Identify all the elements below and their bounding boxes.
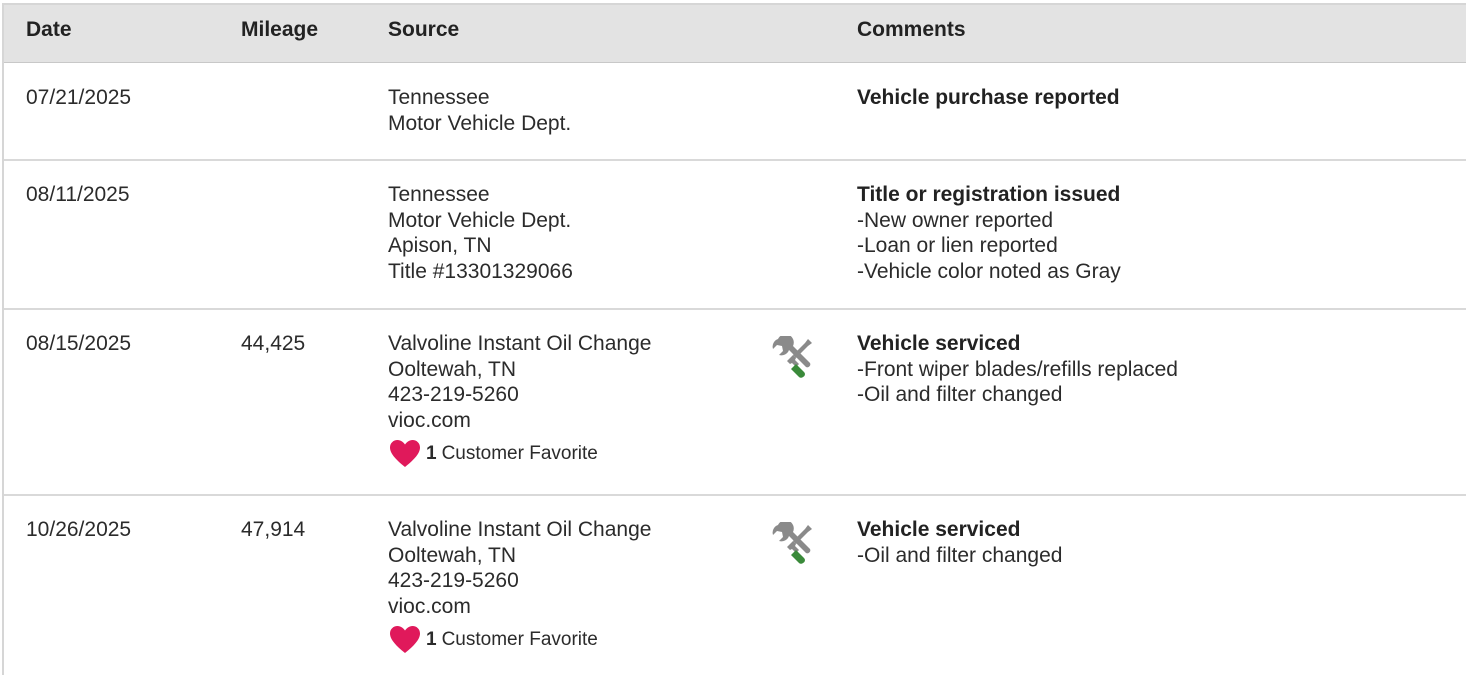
service-tools-icon xyxy=(772,336,812,378)
customer-favorite-badge[interactable]: 1 Customer Favorite xyxy=(388,625,651,655)
header-source[interactable]: Source xyxy=(388,18,459,42)
row-source: Valvoline Instant Oil Change Ooltewah, T… xyxy=(388,331,651,469)
source-line: Ooltewah, TN xyxy=(388,357,516,381)
favorite-label: Customer Favorite xyxy=(441,629,598,650)
row-comments: Vehicle purchase reported xyxy=(857,85,1120,111)
row-mileage: 47,914 xyxy=(241,518,306,541)
comment-item: -Loan or lien reported xyxy=(857,234,1058,257)
row-mileage: 44,425 xyxy=(241,332,306,355)
table-header: Date Mileage Source Comments xyxy=(4,5,1466,63)
row-date: 10/26/2025 xyxy=(26,518,132,541)
row-comments: Vehicle serviced -Front wiper blades/ref… xyxy=(857,331,1178,408)
table-row: 07/21/2025 Tennessee Motor Vehicle Dept.… xyxy=(4,63,1466,161)
favorite-label: Customer Favorite xyxy=(441,443,598,464)
comment-item: -Front wiper blades/refills replaced xyxy=(857,357,1178,381)
source-line[interactable]: vioc.com xyxy=(388,408,651,434)
row-source: Tennessee Motor Vehicle Dept. xyxy=(388,85,571,136)
comment-title: Vehicle serviced xyxy=(857,518,1021,541)
header-mileage[interactable]: Mileage xyxy=(241,18,318,42)
source-line: 423-219-5260 xyxy=(388,569,519,592)
row-source: Valvoline Instant Oil Change Ooltewah, T… xyxy=(388,517,651,655)
comment-item: -Oil and filter changed xyxy=(857,543,1063,567)
source-line: Valvoline Instant Oil Change xyxy=(388,332,652,355)
source-line: Title #13301329066 xyxy=(388,259,573,283)
heart-icon xyxy=(390,626,420,653)
customer-favorite-badge[interactable]: 1 Customer Favorite xyxy=(388,439,651,469)
source-line: Motor Vehicle Dept. xyxy=(388,111,572,135)
favorite-count: 1 xyxy=(426,443,437,464)
row-date: 08/11/2025 xyxy=(26,183,130,206)
table-row: 08/15/2025 44,425 Valvoline Instant Oil … xyxy=(4,310,1466,496)
heart-icon xyxy=(390,440,420,467)
service-tools-icon xyxy=(772,522,812,564)
favorite-count: 1 xyxy=(426,629,437,650)
vehicle-history-table: Date Mileage Source Comments 07/21/2025 … xyxy=(2,3,1466,675)
row-comments: Title or registration issued -New owner … xyxy=(857,182,1121,284)
source-line: Tennessee xyxy=(388,86,490,109)
source-line: Tennessee xyxy=(388,183,490,206)
source-line[interactable]: vioc.com xyxy=(388,594,651,620)
row-date: 07/21/2025 xyxy=(26,86,132,109)
comment-item: -New owner reported xyxy=(857,208,1054,232)
row-source: Tennessee Motor Vehicle Dept. Apison, TN… xyxy=(388,182,573,284)
source-line: 423-219-5260 xyxy=(388,383,519,406)
source-line: Ooltewah, TN xyxy=(388,543,516,567)
comment-item: -Vehicle color noted as Gray xyxy=(857,259,1121,283)
header-comments[interactable]: Comments xyxy=(857,18,966,42)
row-comments: Vehicle serviced -Oil and filter changed xyxy=(857,517,1062,568)
source-line: Valvoline Instant Oil Change xyxy=(388,518,652,541)
row-date: 08/15/2025 xyxy=(26,332,132,355)
comment-item: -Oil and filter changed xyxy=(857,383,1063,406)
comment-title: Vehicle serviced xyxy=(857,332,1021,355)
header-date[interactable]: Date xyxy=(26,18,72,42)
source-line: Motor Vehicle Dept. xyxy=(388,208,572,232)
table-row: 10/26/2025 47,914 Valvoline Instant Oil … xyxy=(4,496,1466,677)
source-line: Apison, TN xyxy=(388,234,492,257)
comment-title: Title or registration issued xyxy=(857,183,1121,206)
comment-title: Vehicle purchase reported xyxy=(857,86,1120,109)
table-row: 08/11/2025 Tennessee Motor Vehicle Dept.… xyxy=(4,161,1466,310)
